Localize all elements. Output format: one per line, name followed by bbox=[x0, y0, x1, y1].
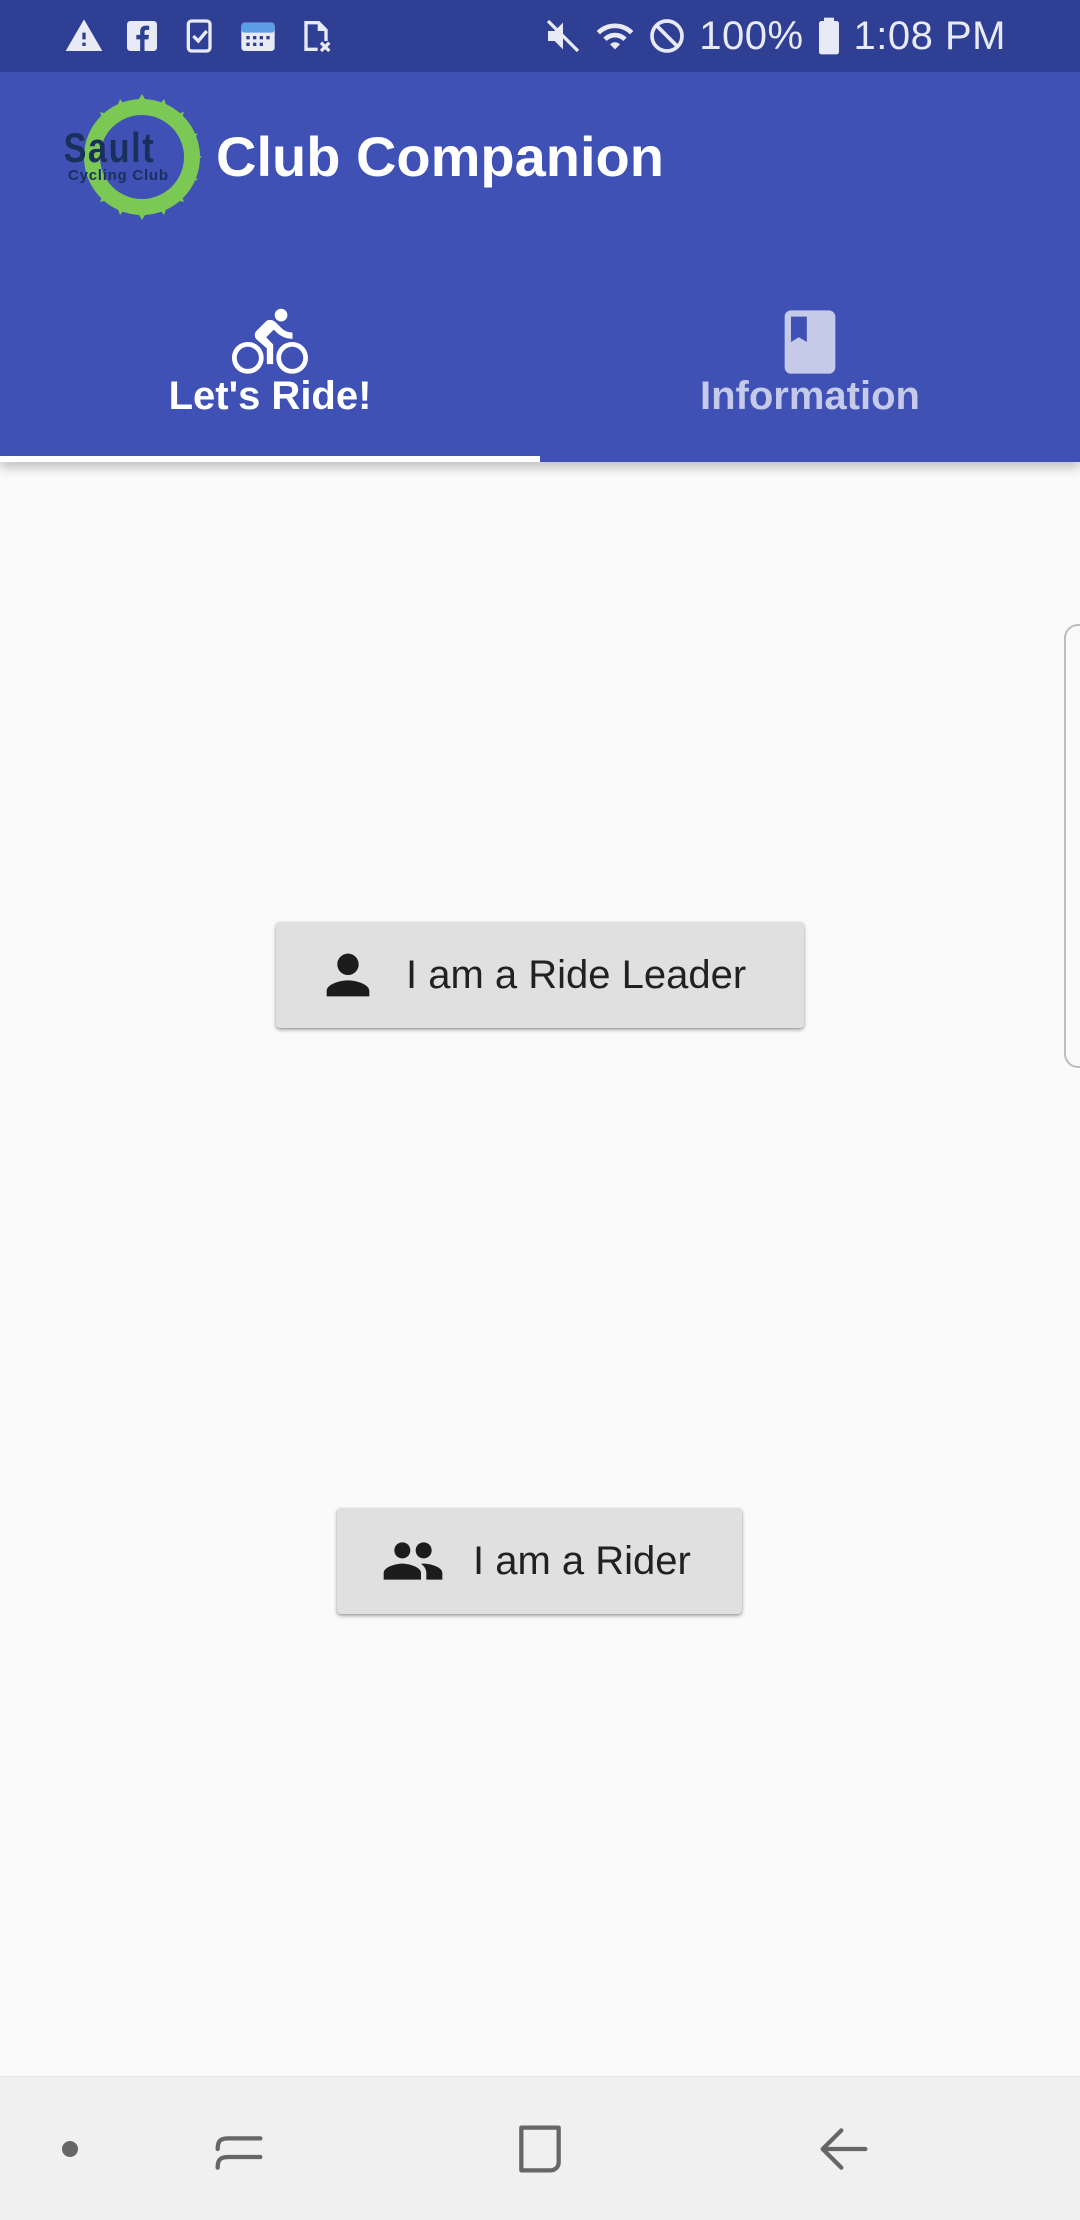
app-bar: Sault Cycling Club Club Companion Let's … bbox=[0, 72, 1080, 462]
back-icon bbox=[820, 2128, 868, 2170]
nav-recents-button[interactable] bbox=[187, 2097, 291, 2201]
book-icon bbox=[772, 304, 848, 380]
status-right-icons: 100% 1:08 PM bbox=[543, 14, 1006, 58]
clipboard-check-icon bbox=[180, 16, 220, 56]
wifi-icon bbox=[595, 16, 635, 56]
status-left-icons bbox=[64, 14, 336, 58]
sim-off-icon bbox=[296, 16, 336, 56]
tab-information[interactable]: Information bbox=[540, 262, 1080, 462]
tab-lets-ride-label: Let's Ride! bbox=[168, 374, 372, 418]
person-icon bbox=[316, 943, 380, 1007]
calendar-cloud-icon bbox=[238, 16, 278, 56]
tab-information-label: Information bbox=[700, 374, 920, 418]
rider-button-label: I am a Rider bbox=[473, 1538, 691, 1583]
navigation-bar bbox=[0, 2076, 1080, 2220]
logo-text-cycling-club: Cycling Club bbox=[68, 167, 168, 184]
rider-button[interactable]: I am a Rider bbox=[337, 1508, 742, 1614]
nav-dot-button[interactable] bbox=[18, 2097, 122, 2201]
nav-home-button[interactable] bbox=[488, 2097, 592, 2201]
tab-selected-indicator bbox=[0, 456, 540, 462]
app-title: Club Companion bbox=[216, 125, 664, 188]
do-not-disturb-icon bbox=[647, 16, 687, 56]
facebook-icon bbox=[122, 16, 162, 56]
dot-icon bbox=[62, 2141, 78, 2157]
app-screen: 100% 1:08 PM Sault Cycling Club Club Com… bbox=[0, 0, 1080, 2220]
battery-percentage: 100% bbox=[699, 13, 804, 58]
nav-back-button[interactable] bbox=[792, 2097, 896, 2201]
status-time: 1:08 PM bbox=[853, 13, 1006, 58]
mute-icon bbox=[543, 16, 583, 56]
tab-lets-ride[interactable]: Let's Ride! bbox=[0, 262, 540, 462]
group-icon bbox=[377, 1529, 449, 1593]
logo-text-sault: Sault bbox=[64, 125, 154, 172]
status-bar: 100% 1:08 PM bbox=[0, 0, 1080, 72]
battery-icon bbox=[816, 16, 842, 56]
ride-leader-button[interactable]: I am a Ride Leader bbox=[276, 922, 804, 1028]
club-logo: Sault Cycling Club bbox=[60, 94, 202, 220]
edge-panel-handle[interactable] bbox=[1064, 624, 1080, 1068]
home-icon bbox=[519, 2125, 561, 2173]
ride-leader-button-label: I am a Ride Leader bbox=[406, 952, 747, 997]
bike-icon bbox=[232, 304, 308, 380]
recents-icon bbox=[215, 2136, 263, 2170]
warning-icon bbox=[64, 16, 104, 56]
